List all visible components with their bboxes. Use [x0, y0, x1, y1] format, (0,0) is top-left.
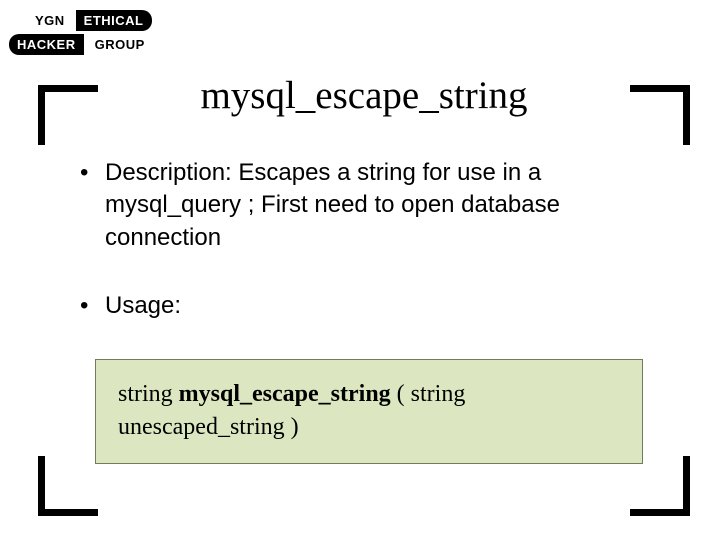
- logo-text-hacker: HACKER: [9, 34, 84, 55]
- brand-logo: YGN ETHICAL HACKER GROUP: [27, 10, 153, 55]
- slide-content: Description: Escapes a string for use in…: [80, 157, 648, 464]
- corner-bracket-bottom-left: [38, 456, 98, 516]
- logo-row-bottom: HACKER GROUP: [9, 34, 153, 55]
- list-item: Usage:: [80, 290, 648, 322]
- corner-bracket-bottom-right: [630, 456, 690, 516]
- code-signature-box: string mysql_escape_string ( string unes…: [95, 359, 643, 464]
- list-item: Description: Escapes a string for use in…: [80, 157, 648, 254]
- logo-text-ygn: YGN: [27, 10, 73, 31]
- bullet-list: Description: Escapes a string for use in…: [80, 157, 648, 323]
- logo-text-group: GROUP: [87, 34, 153, 55]
- slide-title: mysql_escape_string: [0, 73, 728, 118]
- code-return-type: string: [118, 381, 179, 407]
- logo-row-top: YGN ETHICAL: [27, 10, 153, 31]
- logo-text-ethical: ETHICAL: [76, 10, 152, 31]
- code-function-name: mysql_escape_string: [179, 381, 391, 407]
